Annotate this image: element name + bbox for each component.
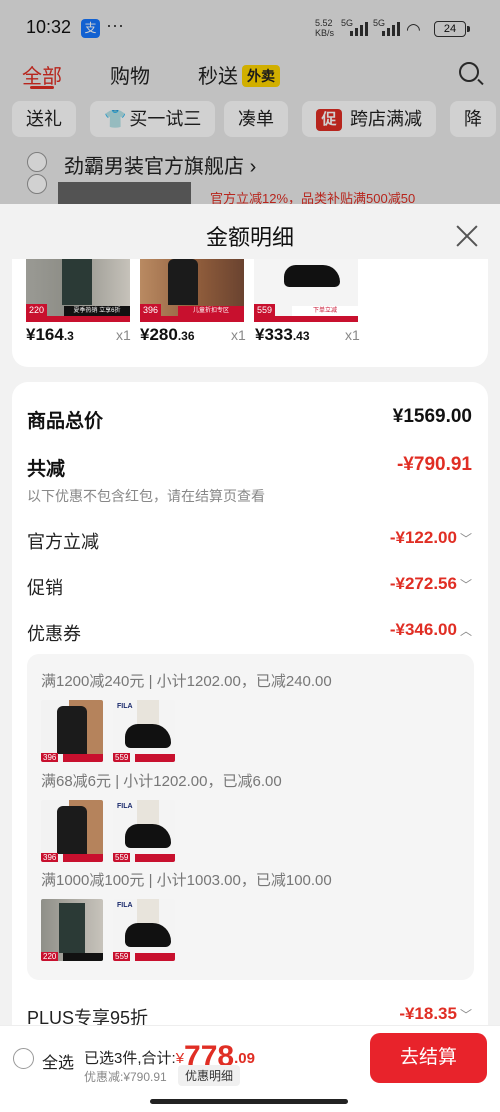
thumb-price-badge: 396 [41, 753, 59, 762]
coupon-rule: 满68减6元 | 小计1202.00，已减6.00 [41, 773, 282, 790]
fila-logo: FILA [117, 703, 133, 710]
chevron-down-icon: ﹀ [459, 532, 472, 546]
coupon-product-thumb: FILA 559 [113, 899, 175, 961]
chevron-down-icon: ﹀ [459, 1008, 472, 1022]
promo-row[interactable]: -¥272.56 ﹀ [390, 574, 472, 594]
thumb-price-badge: 559 [113, 753, 131, 762]
official-discount-row[interactable]: -¥122.00 ﹀ [390, 528, 472, 548]
coupon-detail-box: 满1200减240元 | 小计1202.00，已减240.00 396 FILA… [27, 654, 474, 980]
product-tag: 夏季热销 立享6折 [64, 306, 130, 316]
shoe-shape [125, 824, 171, 848]
coupon-rule: 满1200减240元 | 小计1202.00，已减240.00 [41, 673, 332, 690]
shoe-shape [284, 265, 340, 287]
reduce-note: 以下优惠不包含红包，请在结算页查看 [27, 488, 265, 504]
sheet-header: 金额明细 [0, 204, 500, 266]
select-all-radio[interactable] [13, 1048, 34, 1069]
price-dec: .36 [177, 329, 195, 343]
coupon-value: -¥346.00 [389, 620, 457, 639]
shoe-shape [125, 724, 171, 748]
plus-discount-row[interactable]: -¥18.35 ﹀ [399, 1004, 472, 1024]
official-discount-label: 官方立减 [27, 532, 99, 552]
amount-breakdown-card: 商品总价 ¥1569.00 共减 -¥790.91 以下优惠不包含红包，请在结算… [12, 382, 488, 1042]
model-shape [57, 806, 87, 854]
price-dec: .43 [292, 329, 310, 343]
coupon-product-thumb: 396 [41, 700, 103, 762]
coupon-label: 优惠券 [27, 624, 81, 644]
product-image[interactable]: 559 下单立减 [254, 259, 358, 322]
amount-detail-sheet: 金额明细 220 夏季热销 立享6折 396 儿童折扣专区 559 下单立减 ¥… [0, 204, 500, 1111]
shoe-shape [125, 923, 171, 947]
product-price: ¥164.3 [26, 325, 74, 345]
model-shape [57, 706, 87, 754]
product-qty: x1 [116, 327, 131, 343]
discount-detail-button[interactable]: 优惠明细 [178, 1065, 241, 1086]
product-price: ¥280.36 [140, 325, 195, 345]
reduce-value: -¥790.91 [396, 454, 472, 475]
fila-logo: FILA [117, 902, 133, 909]
chevron-down-icon: ﹀ [459, 578, 472, 592]
price-int: ¥333 [255, 325, 293, 344]
plus-discount-value: -¥18.35 [399, 1004, 457, 1023]
product-tag: 儿童折扣专区 [178, 306, 244, 316]
product-qty: x1 [231, 327, 246, 343]
thumb-price-badge: 220 [41, 952, 59, 961]
coupon-rule: 满1000减100元 | 小计1003.00，已减100.00 [41, 872, 332, 889]
checkout-button[interactable]: 去结算 [370, 1033, 487, 1083]
coupon-product-thumb: FILA 559 [113, 800, 175, 862]
pants-shape [59, 903, 85, 953]
product-qty: x1 [345, 327, 360, 343]
model-shape [168, 259, 198, 305]
summary-prefix: 已选3件,合计: [84, 1050, 176, 1067]
product-summary-card: 220 夏季热销 立享6折 396 儿童折扣专区 559 下单立减 ¥164.3… [12, 259, 488, 367]
chevron-up-icon: ︿ [459, 624, 472, 638]
product-price: ¥333.43 [255, 325, 310, 345]
promo-value: -¥272.56 [389, 574, 457, 593]
price-dec: .3 [63, 329, 74, 343]
official-discount-value: -¥122.00 [389, 528, 457, 547]
home-indicator[interactable] [150, 1099, 348, 1104]
select-all-label[interactable]: 全选 [42, 1049, 74, 1073]
coupon-product-thumb: FILA 559 [113, 700, 175, 762]
thumb-price-badge: 559 [113, 853, 131, 862]
product-tag: 下单立减 [292, 306, 358, 316]
discount-summary: 优惠减:¥790.91 [84, 1070, 167, 1084]
total-value: ¥1569.00 [392, 406, 472, 427]
dim-overlay[interactable] [0, 0, 500, 204]
coupon-product-thumb: 220 [41, 899, 103, 961]
thumb-price-badge: 396 [41, 853, 59, 862]
price-int: ¥280 [140, 325, 178, 344]
product-price-badge: 220 [26, 304, 48, 316]
thumb-price-badge: 559 [113, 952, 131, 961]
product-image[interactable]: 396 儿童折扣专区 [140, 259, 244, 322]
sheet-title: 金额明细 [205, 225, 294, 250]
promo-label: 促销 [27, 578, 63, 598]
price-int: ¥164 [26, 325, 64, 344]
product-image[interactable]: 220 夏季热销 立享6折 [26, 259, 130, 322]
close-icon[interactable] [455, 224, 479, 248]
total-label: 商品总价 [27, 411, 104, 432]
coupon-product-thumb: 396 [41, 800, 103, 862]
product-price-badge: 396 [140, 304, 162, 316]
reduce-label: 共减 [27, 459, 66, 480]
fila-logo: FILA [117, 803, 133, 810]
product-price-badge: 559 [254, 304, 276, 316]
checkout-bar: 全选 已选3件,合计:¥778.09 优惠减:¥790.91 优惠明细 去结算 [0, 1025, 500, 1112]
coupon-row[interactable]: -¥346.00 ︿ [390, 620, 472, 640]
pants-shape [62, 259, 92, 305]
